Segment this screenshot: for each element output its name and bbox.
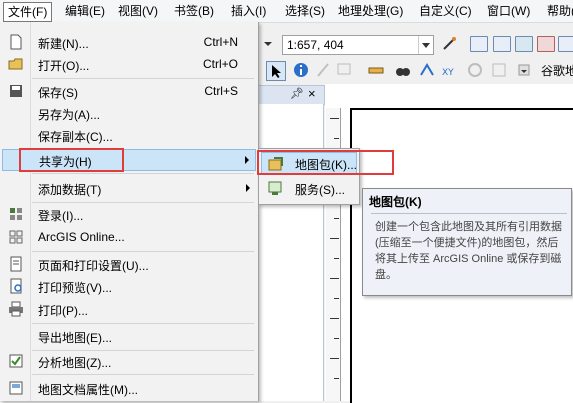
google-maps-toolbar-label[interactable]: 谷歌地 bbox=[541, 62, 573, 79]
submenu-arrow-icon bbox=[245, 156, 249, 164]
tooltip-title: 地图包(K) bbox=[369, 195, 422, 209]
open-folder-icon bbox=[8, 56, 24, 72]
tooltip: 地图包(K) 创建一个包含此地图及其所有引用数据(压缩至一个便捷文件)的地图包，… bbox=[362, 188, 572, 296]
menu-separator bbox=[32, 251, 254, 252]
analyze-map-icon bbox=[8, 353, 24, 369]
print-preview-icon bbox=[8, 278, 24, 294]
menu-item-print-preview[interactable]: 打印预览(V)... bbox=[0, 275, 258, 297]
submenu-item-service[interactable]: 服务(S)... bbox=[261, 177, 357, 199]
find-route-icon[interactable] bbox=[418, 61, 436, 79]
printer-icon bbox=[8, 301, 24, 317]
close-icon[interactable]: × bbox=[308, 86, 316, 101]
tooltip-divider bbox=[371, 213, 567, 214]
menu-item-label: 打开(O)... bbox=[38, 59, 90, 73]
menu-separator bbox=[32, 374, 254, 375]
menu-item-label: 添加数据(T) bbox=[38, 183, 102, 197]
menu-item-print[interactable]: 打印(P)... bbox=[0, 298, 258, 320]
menu-file[interactable]: 文件(F) bbox=[3, 2, 53, 22]
file-menu: 新建(N)... Ctrl+N 打开(O)... Ctrl+O 保存(S) Ct… bbox=[0, 22, 259, 401]
map-scale-value: 1:657, 404 bbox=[287, 38, 344, 52]
menu-separator bbox=[32, 323, 254, 324]
menu-item-open[interactable]: 打开(O)... Ctrl+O bbox=[0, 53, 258, 75]
menu-item-label: 服务(S)... bbox=[295, 183, 345, 197]
menu-bar: 文件(F) 编辑(E) 视图(V) 书签(B) 插入(I) 选择(S) 地理处理… bbox=[0, 0, 573, 23]
menu-item-label: 打印(P)... bbox=[38, 304, 88, 318]
menu-item-save-copy[interactable]: 保存副本(C)... bbox=[0, 124, 258, 146]
measure-icon[interactable] bbox=[367, 61, 385, 79]
menu-item-label: 另存为(A)... bbox=[38, 108, 100, 122]
dropdown-arrow-icon[interactable] bbox=[262, 38, 274, 48]
menu-view[interactable]: 视图(V) bbox=[118, 3, 158, 19]
page-setup-icon bbox=[8, 256, 24, 272]
submenu-arrow-icon bbox=[246, 184, 250, 192]
new-document-icon bbox=[8, 34, 24, 50]
menu-item-save[interactable]: 保存(S) Ctrl+S bbox=[0, 80, 258, 102]
catalog-icon[interactable] bbox=[493, 36, 511, 52]
chevron-down-icon[interactable] bbox=[418, 36, 433, 54]
menu-insert[interactable]: 插入(I) bbox=[231, 3, 266, 19]
find-icon[interactable] bbox=[394, 61, 412, 79]
create-viewer-icon[interactable] bbox=[490, 61, 508, 79]
map-properties-icon bbox=[8, 380, 24, 396]
menu-item-map-properties[interactable]: 地图文档属性(M)... bbox=[0, 377, 258, 399]
python-window-icon[interactable] bbox=[558, 36, 573, 52]
menu-item-sign-in[interactable]: 登录(I)... bbox=[0, 203, 258, 225]
menu-selection[interactable]: 选择(S) bbox=[285, 3, 325, 19]
arcgis-online-icon bbox=[8, 229, 24, 245]
toolbox-icon[interactable] bbox=[537, 36, 555, 52]
svg-text:XY: XY bbox=[442, 68, 454, 78]
pin-icon[interactable]: 📌︎ bbox=[290, 87, 304, 100]
hyperlink-icon[interactable] bbox=[314, 61, 332, 79]
map-scale-combo[interactable]: 1:657, 404 bbox=[282, 35, 434, 55]
identify-icon[interactable] bbox=[292, 61, 310, 79]
menu-item-shortcut: Ctrl+N bbox=[203, 35, 238, 49]
table-of-contents-icon[interactable] bbox=[470, 36, 488, 52]
menu-windows[interactable]: 窗口(W) bbox=[487, 3, 530, 19]
menu-separator bbox=[32, 78, 254, 79]
menu-item-export-map[interactable]: 导出地图(E)... bbox=[0, 325, 258, 347]
toolbar-options-icon[interactable] bbox=[515, 61, 533, 79]
menu-item-analyze-map[interactable]: 分析地图(Z)... bbox=[0, 350, 258, 372]
menu-item-label: 分析地图(Z)... bbox=[38, 356, 112, 370]
menu-item-shortcut: Ctrl+O bbox=[202, 57, 238, 71]
menu-item-new[interactable]: 新建(N)... Ctrl+N bbox=[0, 31, 258, 53]
annotation-highlight-box bbox=[19, 148, 124, 172]
menu-item-arcgis-online[interactable]: ArcGIS Online... bbox=[0, 226, 258, 248]
menu-item-label: 保存(S) bbox=[38, 86, 78, 100]
menu-item-label: 页面和打印设置(U)... bbox=[38, 259, 149, 273]
editor-icon[interactable] bbox=[441, 36, 459, 52]
menu-item-add-data[interactable]: 添加数据(T) bbox=[0, 177, 258, 199]
time-slider-icon[interactable] bbox=[466, 61, 484, 79]
menu-item-label: 打印预览(V)... bbox=[38, 281, 112, 295]
html-popup-icon[interactable] bbox=[335, 61, 353, 79]
menu-geoprocessing[interactable]: 地理处理(G) bbox=[338, 3, 403, 19]
sign-in-icon bbox=[8, 206, 24, 222]
save-icon bbox=[8, 83, 24, 99]
menu-item-shortcut: Ctrl+S bbox=[204, 84, 238, 98]
menu-customize[interactable]: 自定义(C) bbox=[419, 3, 472, 19]
menu-item-label: ArcGIS Online... bbox=[38, 230, 125, 244]
menu-item-page-setup[interactable]: 页面和打印设置(U)... bbox=[0, 253, 258, 275]
menu-separator bbox=[32, 173, 254, 174]
menu-item-label: 导出地图(E)... bbox=[38, 331, 112, 345]
menu-bookmarks[interactable]: 书签(B) bbox=[174, 3, 214, 19]
select-elements-icon[interactable] bbox=[266, 61, 286, 81]
annotation-highlight-box bbox=[257, 150, 394, 175]
menu-item-label: 保存副本(C)... bbox=[38, 130, 113, 144]
service-icon bbox=[267, 180, 283, 196]
menu-item-save-as[interactable]: 另存为(A)... bbox=[0, 102, 258, 124]
tooltip-description: 创建一个包含此地图及其所有引用数据(压缩至一个便捷文件)的地图包，然后将其上传至… bbox=[375, 221, 562, 281]
go-to-xy-icon[interactable]: XY bbox=[440, 61, 458, 79]
search-window-icon[interactable] bbox=[515, 36, 533, 52]
menu-help[interactable]: 帮助( bbox=[547, 3, 573, 19]
menu-edit[interactable]: 编辑(E) bbox=[65, 3, 105, 19]
menu-item-label: 登录(I)... bbox=[38, 209, 84, 223]
menu-item-label: 地图文档属性(M)... bbox=[38, 383, 138, 397]
menu-item-label: 新建(N)... bbox=[38, 37, 89, 51]
